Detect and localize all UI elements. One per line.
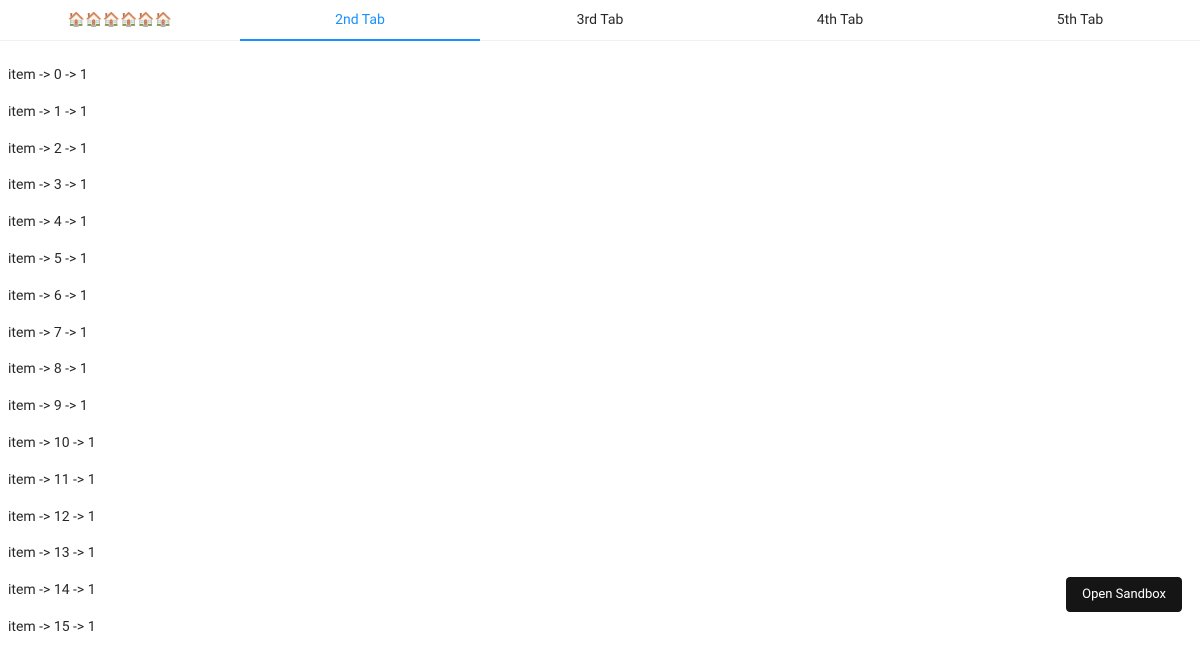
list-item: item -> 14 -> 1 <box>8 572 1192 609</box>
tab-1[interactable]: 🏠🏠🏠🏠🏠🏠 <box>0 0 240 40</box>
list-item: item -> 10 -> 1 <box>8 425 1192 462</box>
list-item: item -> 9 -> 1 <box>8 388 1192 425</box>
tab-3[interactable]: 3rd Tab <box>480 0 720 40</box>
tabs-nav: 🏠🏠🏠🏠🏠🏠 2nd Tab 3rd Tab 4th Tab 5th Tab <box>0 0 1200 41</box>
tab-5[interactable]: 5th Tab <box>960 0 1200 40</box>
list-item: item -> 11 -> 1 <box>8 462 1192 499</box>
list-item: item -> 4 -> 1 <box>8 204 1192 241</box>
tab-content: item -> 0 -> 1 item -> 1 -> 1 item -> 2 … <box>0 41 1200 654</box>
list-item: item -> 6 -> 1 <box>8 278 1192 315</box>
list-item: item -> 12 -> 1 <box>8 499 1192 536</box>
list-item: item -> 15 -> 1 <box>8 609 1192 646</box>
list-item: item -> 2 -> 1 <box>8 131 1192 168</box>
list-item: item -> 3 -> 1 <box>8 167 1192 204</box>
list-item: item -> 0 -> 1 <box>8 57 1192 94</box>
list-item: item -> 13 -> 1 <box>8 535 1192 572</box>
tab-4[interactable]: 4th Tab <box>720 0 960 40</box>
list-item: item -> 7 -> 1 <box>8 315 1192 352</box>
tab-2[interactable]: 2nd Tab <box>240 0 480 40</box>
list-item: item -> 8 -> 1 <box>8 351 1192 388</box>
list-item: item -> 1 -> 1 <box>8 94 1192 131</box>
open-sandbox-button[interactable]: Open Sandbox <box>1066 577 1182 612</box>
list-item: item -> 5 -> 1 <box>8 241 1192 278</box>
